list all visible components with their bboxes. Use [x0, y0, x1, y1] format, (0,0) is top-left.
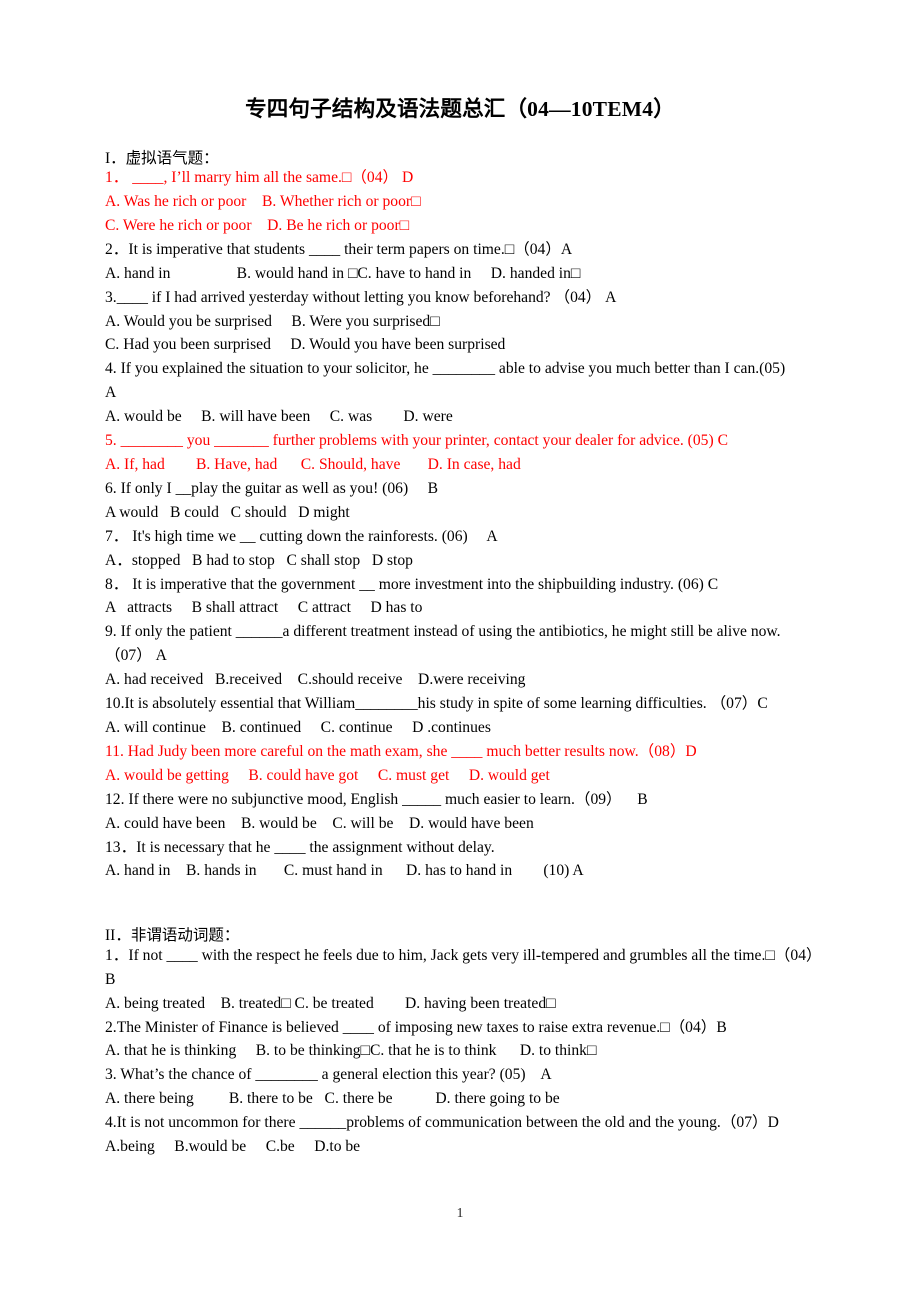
question-list-nonfinite: 1．If not ____ with the respect he feels … — [105, 944, 815, 1159]
option-line: A. hand in B. would hand in □C. have to … — [105, 264, 581, 282]
option-line: A. hand in B. hands in C. must hand in D… — [105, 862, 584, 880]
option-line: A. there being B. there to be C. there b… — [105, 1090, 560, 1108]
option-line: C. Were he rich or poor D. Be he rich or… — [105, 216, 410, 234]
question-line: 1． ____, I’ll marry him all the same.□（0… — [105, 169, 414, 187]
document-body: I．虚拟语气题： 1． ____, I’ll marry him all the… — [105, 151, 815, 1159]
question-line: 3. What’s the chance of ________ a gener… — [105, 1066, 552, 1084]
question-line: 2．It is imperative that students ____ th… — [105, 240, 573, 258]
question-line: 3.____ if I had arrived yesterday withou… — [105, 288, 617, 306]
page-title: 专四句子结构及语法题总汇（04—10TEM4） — [245, 97, 675, 121]
page-number: 1 — [456, 1205, 464, 1220]
question-line: 6. If only I __play the guitar as well a… — [105, 479, 439, 497]
question-list-subjunctive: 1． ____, I’ll marry him all the same.□（0… — [105, 166, 815, 883]
option-line: A. would be B. will have been C. was D. … — [105, 408, 453, 426]
question-line: 8． It is imperative that the government … — [105, 575, 719, 593]
question-line: 13．It is necessary that he ____ the assi… — [105, 838, 495, 856]
question-line: 11. Had Judy been more careful on the ma… — [105, 742, 697, 760]
section-heading-subjunctive: I．虚拟语气题： — [105, 149, 219, 167]
option-line: A. being treated B. treated□ C. be treat… — [105, 994, 556, 1012]
option-line: A. Would you be surprised B. Were you su… — [105, 312, 440, 330]
option-line: A. could have been B. would be C. will b… — [105, 814, 534, 832]
option-line: A．stopped B had to stop C shall stop D s… — [105, 551, 413, 569]
question-line: 9. If only the patient ______a different… — [105, 623, 781, 665]
question-line: 4. If you explained the situation to you… — [105, 360, 808, 402]
option-line: A. will continue B. continued C. continu… — [105, 718, 491, 736]
option-line: A. would be getting B. could have got C.… — [105, 766, 550, 784]
question-line: 5. ________ you _______ further problems… — [105, 432, 728, 450]
question-line: 10.It is absolutely essential that Willi… — [105, 695, 768, 713]
option-line: A. If, had B. Have, had C. Should, have … — [105, 456, 521, 474]
option-line: C. Had you been surprised D. Would you h… — [105, 336, 506, 354]
option-line: A. that he is thinking B. to be thinking… — [105, 1042, 597, 1060]
option-line: A. Was he rich or poor B. Whether rich o… — [105, 193, 421, 211]
question-line: 4.It is not uncommon for there ______pro… — [105, 1114, 779, 1132]
option-line: A attracts B shall attract C attract D h… — [105, 599, 423, 617]
document-page: 专四句子结构及语法题总汇（04—10TEM4） I．虚拟语气题： 1． ____… — [0, 0, 920, 1302]
option-line: A.being B.would be C.be D.to be — [105, 1138, 361, 1156]
question-line: 12. If there were no subjunctive mood, E… — [105, 790, 648, 808]
question-line: 2.The Minister of Finance is believed __… — [105, 1018, 727, 1036]
section-heading-nonfinite: II．非谓语动词题： — [105, 927, 240, 945]
option-line: A. had received B.received C.should rece… — [105, 671, 526, 689]
question-line: 7． It's high time we __ cutting down the… — [105, 527, 498, 545]
option-line: A would B could C should D might — [105, 503, 350, 521]
question-line: 1．If not ____ with the respect he feels … — [105, 946, 814, 988]
